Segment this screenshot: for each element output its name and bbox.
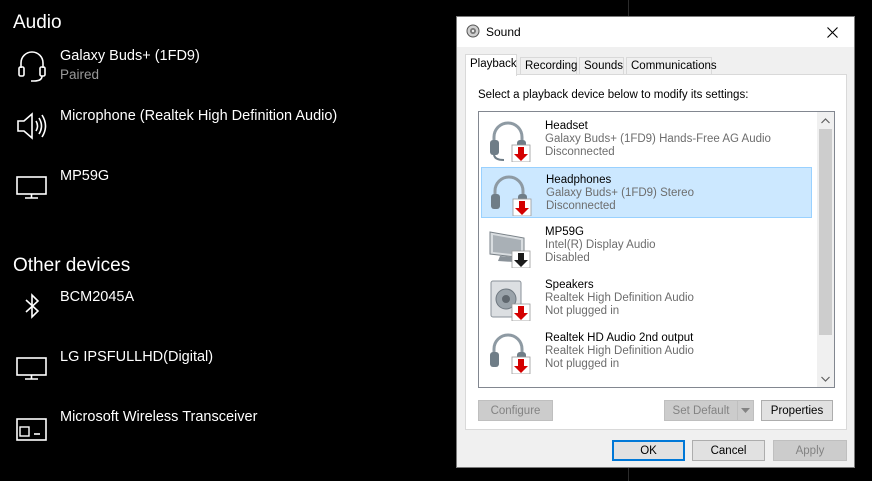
device-microphone[interactable]: Microphone (Realtek High Definition Audi… (0, 108, 440, 148)
device-name: Galaxy Buds+ (1FD9) (60, 48, 200, 64)
scroll-up-button[interactable] (817, 112, 834, 129)
audio-section-title: Audio (13, 12, 62, 33)
list-item-headset[interactable]: Headset Galaxy Buds+ (1FD9) Hands-Free A… (481, 114, 812, 165)
device-list[interactable]: Headset Galaxy Buds+ (1FD9) Hands-Free A… (478, 111, 835, 388)
device-name: MP59G (60, 168, 110, 184)
device-name: Headphones (546, 174, 612, 186)
configure-button[interactable]: Configure (478, 400, 553, 421)
chevron-up-icon (821, 117, 830, 123)
device-name: Microsoft Wireless Transceiver (60, 409, 258, 425)
transceiver-icon (16, 418, 47, 441)
set-default-button[interactable]: Set Default (664, 400, 738, 421)
device-description: Intel(R) Display Audio (545, 239, 656, 251)
list-item-realtek-2nd-output[interactable]: Realtek HD Audio 2nd output Realtek High… (481, 326, 812, 377)
headset-icon (18, 51, 46, 82)
device-status: Disconnected (546, 200, 616, 212)
device-name: Speakers (545, 279, 594, 291)
list-item-mp59g[interactable]: MP59G Intel(R) Display Audio Disabled (481, 220, 812, 271)
sound-dialog: Sound Playback Recording Sounds Communic… (456, 16, 855, 468)
ok-button[interactable]: OK (612, 440, 685, 461)
device-name: LG IPSFULLHD(Digital) (60, 349, 214, 365)
device-description: Galaxy Buds+ (1FD9) Stereo (546, 187, 694, 199)
close-button[interactable] (810, 17, 854, 47)
sound-app-icon (466, 24, 480, 38)
other-devices-section-title: Other devices (13, 255, 131, 276)
list-scrollbar[interactable] (817, 112, 834, 387)
close-icon (826, 26, 838, 38)
list-item-headphones[interactable]: Headphones Galaxy Buds+ (1FD9) Stereo Di… (481, 167, 812, 218)
scrollbar-thumb[interactable] (819, 129, 832, 335)
cancel-button[interactable]: Cancel (692, 440, 765, 461)
device-bcm2045a[interactable]: BCM2045A (0, 289, 440, 329)
tab-sounds[interactable]: Sounds (579, 57, 624, 75)
device-name: Headset (545, 120, 588, 132)
device-name: Microphone (Realtek High Definition Audi… (60, 108, 338, 124)
headset-device-icon (490, 121, 531, 162)
headphones-device-icon (490, 333, 531, 374)
device-name: MP59G (545, 226, 584, 238)
device-description: Realtek High Definition Audio (545, 292, 694, 304)
dialog-title: Sound (486, 25, 521, 39)
device-galaxy-buds[interactable]: Galaxy Buds+ (1FD9) Paired (0, 48, 440, 88)
playback-panel: Select a playback device below to modify… (465, 74, 847, 430)
device-wireless-transceiver[interactable]: Microsoft Wireless Transceiver (0, 409, 440, 449)
speakers-device-icon (490, 280, 531, 321)
dialog-titlebar[interactable]: Sound (457, 17, 854, 47)
monitor-device-icon (489, 231, 531, 268)
device-name: Realtek HD Audio 2nd output (545, 332, 694, 344)
headphones-device-icon (491, 175, 532, 216)
instruction-text: Select a playback device below to modify… (478, 89, 749, 101)
bluetooth-icon (25, 293, 40, 319)
tab-communications[interactable]: Communications (626, 57, 717, 75)
device-status: Paired (60, 67, 100, 82)
monitor-icon (16, 176, 47, 199)
device-description: Realtek High Definition Audio (545, 345, 694, 357)
apply-button[interactable]: Apply (773, 440, 847, 461)
tab-playback[interactable]: Playback (465, 54, 517, 76)
device-status: Not plugged in (545, 305, 620, 317)
properties-button[interactable]: Properties (761, 400, 833, 421)
device-name: BCM2045A (60, 289, 135, 305)
monitor-icon (16, 357, 47, 380)
device-status: Not plugged in (545, 358, 620, 370)
chevron-down-icon (741, 407, 750, 413)
device-mp59g[interactable]: MP59G (0, 168, 440, 208)
device-status: Disabled (545, 252, 590, 264)
chevron-down-icon (821, 376, 830, 382)
tab-recording[interactable]: Recording (520, 57, 577, 75)
device-lg-monitor[interactable]: LG IPSFULLHD(Digital) (0, 349, 440, 389)
list-item-speakers[interactable]: Speakers Realtek High Definition Audio N… (481, 273, 812, 324)
speaker-icon (17, 112, 47, 140)
device-description: Galaxy Buds+ (1FD9) Hands-Free AG Audio (545, 133, 771, 145)
device-status: Disconnected (545, 146, 615, 158)
set-default-dropdown[interactable] (737, 400, 754, 421)
scroll-down-button[interactable] (817, 370, 834, 387)
